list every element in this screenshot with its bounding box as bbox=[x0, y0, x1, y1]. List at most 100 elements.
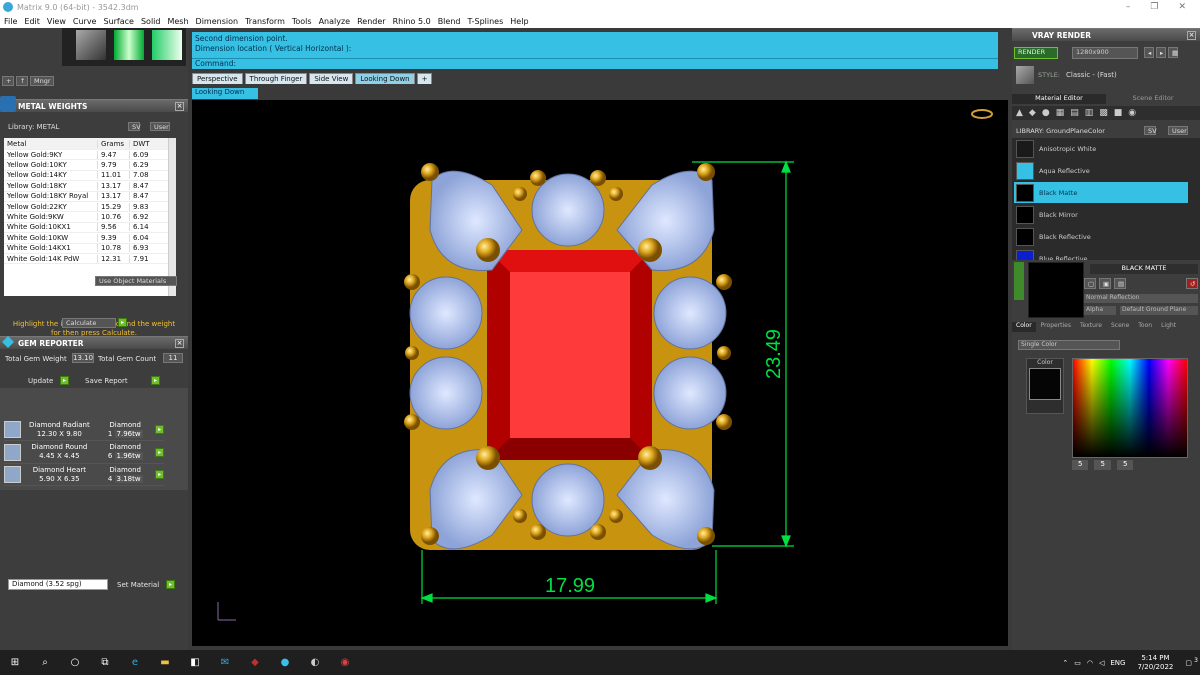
gem-row[interactable]: Diamond Round 4.45 X 4.45 Diamond 6 1.96… bbox=[4, 442, 164, 464]
close-icon[interactable]: × bbox=[175, 339, 184, 348]
menu-file[interactable]: File bbox=[4, 17, 17, 26]
calculate-field[interactable]: Calculate bbox=[62, 318, 116, 328]
table-row[interactable]: White Gold:9KW 10.76 6.92 bbox=[4, 212, 176, 223]
menu-transform[interactable]: Transform bbox=[245, 17, 285, 26]
matrix-icon[interactable]: ● bbox=[278, 656, 292, 670]
grid-icon[interactable]: ▦ bbox=[1056, 108, 1065, 118]
color-mode-select[interactable]: Single Color bbox=[1018, 340, 1120, 350]
add-tab-button[interactable]: + bbox=[416, 73, 433, 84]
command-input[interactable]: Command: bbox=[192, 58, 998, 69]
material-item[interactable]: Black Mirror bbox=[1014, 204, 1188, 226]
table-row[interactable]: Yellow Gold:10KY 9.79 6.29 bbox=[4, 160, 176, 171]
tab-toon[interactable]: Toon bbox=[1134, 322, 1156, 332]
sphere-icon[interactable]: ● bbox=[1042, 108, 1050, 118]
color-picker[interactable] bbox=[1072, 358, 1188, 458]
reset-icon[interactable]: ↺ bbox=[1186, 278, 1198, 289]
table-row[interactable]: White Gold:10KW 9.39 6.04 bbox=[4, 233, 176, 244]
side-toggle[interactable] bbox=[1014, 262, 1024, 300]
clock[interactable]: 5:14 PM 7/20/2022 bbox=[1137, 654, 1173, 672]
material-select[interactable]: Diamond (3.52 spg) bbox=[8, 579, 108, 590]
hatch-icon[interactable]: ▤ bbox=[1070, 108, 1079, 118]
resolution-field[interactable]: 1280x900 bbox=[1072, 47, 1138, 59]
lock-icon[interactable]: ■ bbox=[1114, 108, 1123, 118]
style-value[interactable]: Classic - (Fast) bbox=[1066, 71, 1117, 79]
alpha-field[interactable]: Alpha bbox=[1084, 306, 1116, 315]
color-swatch[interactable] bbox=[1029, 368, 1061, 400]
minimize-button[interactable]: – bbox=[1126, 2, 1131, 12]
tab-side-view[interactable]: Side View bbox=[309, 73, 354, 84]
tab-perspective[interactable]: Perspective bbox=[192, 73, 243, 84]
gem-row[interactable]: Diamond Heart 5.90 X 6.35 Diamond 4 3.18… bbox=[4, 464, 164, 486]
gem-row[interactable]: Diamond Radiant 12.30 X 9.80 Diamond 1 7… bbox=[4, 419, 164, 441]
grid-icon[interactable]: ▦ bbox=[1168, 47, 1178, 58]
sv-toggle[interactable]: SV bbox=[1144, 126, 1157, 135]
update-button[interactable]: ▸ bbox=[60, 376, 69, 385]
red-value[interactable]: 5 bbox=[1072, 460, 1089, 470]
app-icon[interactable]: ◆ bbox=[248, 656, 262, 670]
active-view-label[interactable]: Looking Down bbox=[192, 88, 258, 99]
material-item[interactable]: Black Matte bbox=[1014, 182, 1188, 204]
tab-properties[interactable]: Properties bbox=[1037, 322, 1075, 332]
material-item[interactable]: Blue Reflective bbox=[1014, 248, 1188, 260]
material-item[interactable]: Black Reflective bbox=[1014, 226, 1188, 248]
3d-viewport[interactable]: 23.49 17.99 bbox=[192, 100, 1008, 646]
rhino-icon[interactable]: ◐ bbox=[308, 656, 322, 670]
store-icon[interactable]: ◧ bbox=[188, 656, 202, 670]
vertical-scrollbar[interactable] bbox=[168, 138, 176, 296]
menu-view[interactable]: View bbox=[47, 17, 66, 26]
maximize-button[interactable]: ❐ bbox=[1150, 2, 1158, 12]
table-row[interactable]: Yellow Gold:22KY 15.29 9.83 bbox=[4, 202, 176, 213]
blue-value[interactable]: 5 bbox=[1116, 460, 1134, 470]
chrome-icon[interactable]: ◉ bbox=[338, 656, 352, 670]
gem-select-button[interactable]: ▸ bbox=[155, 447, 164, 457]
table-row[interactable]: White Gold:14K PdW 12.31 7.91 bbox=[4, 254, 176, 265]
table-row[interactable]: White Gold:14KX1 10.78 6.93 bbox=[4, 244, 176, 254]
tab-scene-editor[interactable]: Scene Editor bbox=[1106, 94, 1200, 104]
gem-select-button[interactable]: ▸ bbox=[155, 470, 164, 479]
cortana-icon[interactable]: ○ bbox=[68, 656, 82, 670]
network-icon[interactable]: ▭ bbox=[1074, 659, 1081, 667]
menu-surface[interactable]: Surface bbox=[103, 17, 133, 26]
save-icon[interactable]: ▤ bbox=[1114, 278, 1126, 289]
table-row[interactable]: Yellow Gold:18KY Royal 13.17 8.47 bbox=[4, 192, 176, 202]
task-view-icon[interactable]: ⧉ bbox=[98, 656, 112, 670]
ring-nav-icon[interactable] bbox=[971, 109, 993, 119]
curve-tool-icon[interactable] bbox=[152, 30, 182, 60]
table-row[interactable]: Yellow Gold:14KY 11.01 7.08 bbox=[4, 171, 176, 182]
tab-scene[interactable]: Scene bbox=[1107, 322, 1133, 332]
user-toggle[interactable]: User bbox=[150, 122, 170, 131]
flame-icon[interactable]: ▲ bbox=[1016, 108, 1023, 118]
table-row[interactable]: Yellow Gold:18KY 13.17 8.47 bbox=[4, 181, 176, 192]
tab-texture[interactable]: Texture bbox=[1076, 322, 1106, 332]
prong-tool-icon[interactable] bbox=[114, 30, 144, 60]
menu-blend[interactable]: Blend bbox=[438, 17, 461, 26]
menu-dimension[interactable]: Dimension bbox=[196, 17, 239, 26]
header-metal[interactable]: Metal bbox=[4, 139, 98, 148]
notification-icon[interactable]: ▢ 3 bbox=[1185, 657, 1198, 667]
header-dwt[interactable]: DWT bbox=[130, 140, 164, 148]
chevron-up-icon[interactable]: ⌃ bbox=[1062, 659, 1068, 667]
wifi-icon[interactable]: ◠ bbox=[1087, 659, 1093, 667]
copy-icon[interactable]: ▢ bbox=[1084, 278, 1096, 289]
material-item[interactable]: Aqua Reflective bbox=[1014, 160, 1188, 182]
manager-button[interactable]: Mngr bbox=[30, 76, 54, 86]
menu-solid[interactable]: Solid bbox=[141, 17, 161, 26]
checker-icon[interactable]: ▩ bbox=[1099, 108, 1108, 118]
prev-icon[interactable]: ◂ bbox=[1144, 47, 1154, 58]
layers-icon[interactable]: ▥ bbox=[1085, 108, 1094, 118]
tab-color[interactable]: Color bbox=[1012, 322, 1036, 332]
edge-icon[interactable]: e bbox=[128, 656, 142, 670]
gem-select-button[interactable]: ▸ bbox=[155, 425, 164, 434]
table-row[interactable]: White Gold:10KX1 9.56 6.14 bbox=[4, 223, 176, 234]
menu-help[interactable]: Help bbox=[510, 17, 528, 26]
save-report-button[interactable]: ▸ bbox=[151, 376, 160, 385]
menu-tools[interactable]: Tools bbox=[292, 17, 312, 26]
sv-toggle[interactable]: SV bbox=[128, 122, 141, 131]
close-icon[interactable]: × bbox=[1187, 31, 1196, 40]
calculate-button[interactable]: ▸ bbox=[118, 318, 127, 327]
table-row[interactable]: Yellow Gold:9KY 9.47 6.09 bbox=[4, 150, 176, 161]
paste-icon[interactable]: ▣ bbox=[1099, 278, 1111, 289]
light-icon[interactable]: ◉ bbox=[1128, 108, 1136, 118]
next-icon[interactable]: ▸ bbox=[1156, 47, 1166, 58]
reflection-select[interactable]: Normal Reflection bbox=[1084, 294, 1198, 303]
